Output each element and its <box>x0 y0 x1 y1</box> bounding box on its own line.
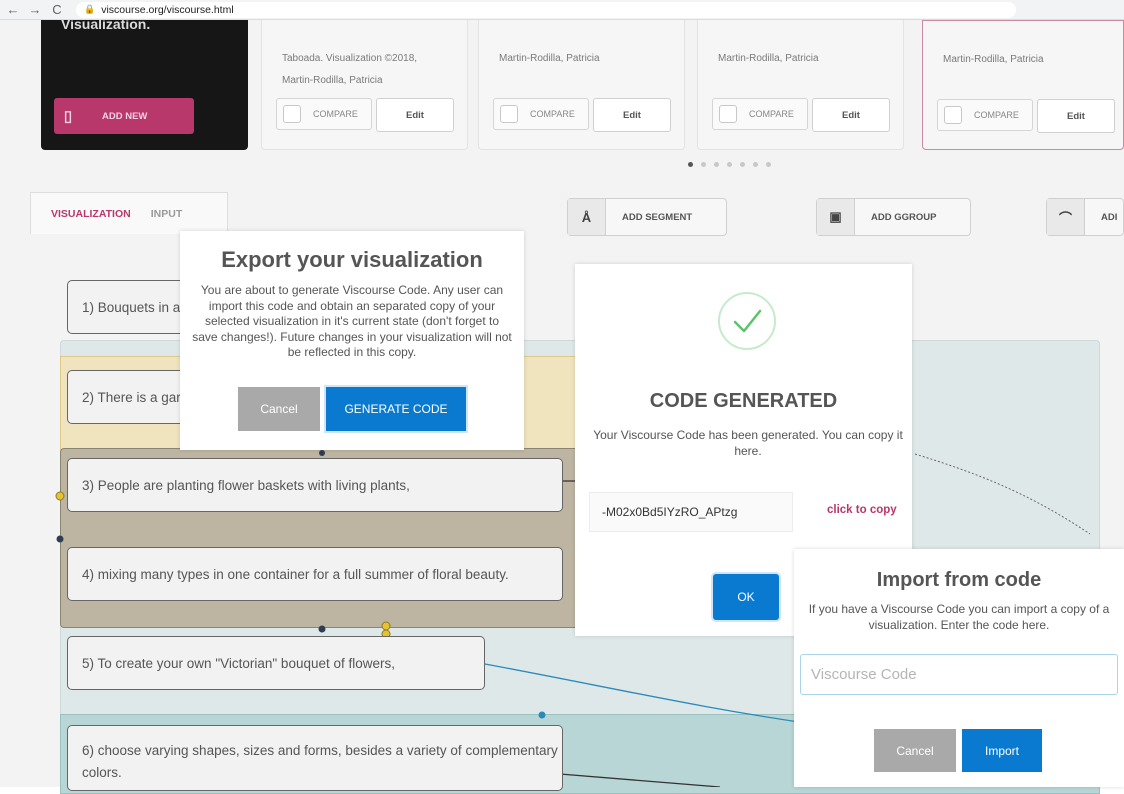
carousel-pagination <box>688 162 771 167</box>
visualization-card: Martin-Rodilla, Patricia COMPARE Edit <box>697 20 904 150</box>
code-generated-title: CODE GENERATED <box>649 390 838 412</box>
add-group-button[interactable]: ▣ ADD GGROUP <box>816 198 971 236</box>
lock-icon: 🔒 <box>84 4 96 14</box>
checkbox-icon <box>283 105 301 123</box>
add-segment-button[interactable]: Å ADD SEGMENT <box>567 198 727 236</box>
url-text: viscourse.org/viscourse.html <box>101 3 234 16</box>
export-cancel-button[interactable]: Cancel <box>238 387 320 431</box>
generate-code-button[interactable]: GENERATE CODE <box>326 387 466 431</box>
checkbox-icon <box>500 105 518 123</box>
segment-4[interactable]: 4) mixing many types in one container fo… <box>67 547 563 601</box>
export-modal-text: You are about to generate Viscourse Code… <box>192 283 512 359</box>
add-new-label: ADD NEW <box>102 110 148 122</box>
export-modal-title: Export your visualization <box>221 247 483 272</box>
card-meta-line: Martin-Rodilla, Patricia <box>943 54 1044 65</box>
compare-label: COMPARE <box>974 110 1019 120</box>
file-icon: ▯ <box>63 108 73 125</box>
add-relation-label: ADI <box>1101 211 1118 223</box>
card-meta: Martin-Rodilla, Patricia <box>943 49 1044 71</box>
add-segment-label: ADD SEGMENT <box>622 211 693 223</box>
text-cursor-icon: Å <box>568 199 606 235</box>
card-meta-line: Martin-Rodilla, Patricia <box>282 75 383 86</box>
compare-label: COMPARE <box>313 109 358 119</box>
checkbox-icon <box>719 105 737 123</box>
card-meta-line: Martin-Rodilla, Patricia <box>718 53 819 64</box>
carousel-dot[interactable] <box>766 162 771 167</box>
card-meta-line: Taboada. Visualization ©2018, <box>282 53 418 64</box>
export-modal: Export your visualization You are about … <box>180 231 524 450</box>
arc-icon: ⌒ <box>1047 199 1085 235</box>
forward-icon[interactable]: → <box>26 2 44 17</box>
card-meta-line: Martin-Rodilla, Patricia <box>499 53 600 64</box>
generated-code-field[interactable]: -M02x0Bd5IYzRO_APtzg <box>589 492 793 532</box>
compare-label: COMPARE <box>530 109 575 119</box>
compare-checkbox[interactable]: COMPARE <box>276 98 372 130</box>
carousel-dot-active[interactable] <box>688 162 693 167</box>
browser-toolbar: ← → C 🔒 viscourse.org/viscourse.html <box>0 0 1124 20</box>
edit-button[interactable]: Edit <box>812 98 890 132</box>
address-bar[interactable]: 🔒 viscourse.org/viscourse.html <box>76 1 1016 18</box>
reload-icon[interactable]: C <box>48 2 66 17</box>
compare-checkbox[interactable]: COMPARE <box>493 98 589 130</box>
import-cancel-button[interactable]: Cancel <box>874 729 956 772</box>
add-new-button[interactable]: ▯ ADD NEW <box>54 98 194 134</box>
carousel-dot[interactable] <box>701 162 706 167</box>
compare-checkbox[interactable]: COMPARE <box>712 98 808 130</box>
compare-checkbox[interactable]: COMPARE <box>937 99 1033 131</box>
add-group-label: ADD GGROUP <box>871 211 937 223</box>
code-generated-text: Your Viscourse Code has been generated. … <box>593 428 903 458</box>
view-tabs: VISUALIZATION INPUT <box>30 192 228 234</box>
card-meta: Martin-Rodilla, Patricia <box>499 48 600 70</box>
viscourse-code-input[interactable] <box>800 654 1118 695</box>
copy-code-link[interactable]: click to copy <box>827 504 897 516</box>
import-modal-text: If you have a Viscourse Code you can imp… <box>808 602 1110 632</box>
ok-button[interactable]: OK <box>713 574 779 620</box>
edit-button[interactable]: Edit <box>376 98 454 132</box>
carousel-dot[interactable] <box>753 162 758 167</box>
carousel-dot[interactable] <box>727 162 732 167</box>
add-relation-button[interactable]: ⌒ ADI <box>1046 198 1124 236</box>
import-modal: Import from code If you have a Viscourse… <box>794 549 1124 787</box>
card-meta: Taboada. Visualization ©2018, Martin-Rod… <box>282 48 417 92</box>
checkbox-icon <box>944 106 962 124</box>
card-meta: Martin-Rodilla, Patricia <box>718 48 819 70</box>
edit-button[interactable]: Edit <box>1037 99 1115 133</box>
back-icon[interactable]: ← <box>4 2 22 17</box>
success-check-icon <box>718 292 776 350</box>
tab-input[interactable]: INPUT <box>151 208 183 220</box>
visualization-card: Martin-Rodilla, Patricia COMPARE Edit <box>478 20 685 150</box>
compare-label: COMPARE <box>749 109 794 119</box>
segment-3[interactable]: 3) People are planting flower baskets wi… <box>67 458 563 512</box>
group-icon: ▣ <box>817 199 855 235</box>
visualization-card-selected: Martin-Rodilla, Patricia COMPARE Edit <box>922 20 1124 150</box>
new-visualization-card: Visualization. ▯ ADD NEW <box>41 16 248 150</box>
carousel-dot[interactable] <box>740 162 745 167</box>
import-modal-title: Import from code <box>876 569 1042 591</box>
edit-button[interactable]: Edit <box>593 98 671 132</box>
segment-5[interactable]: 5) To create your own "Victorian" bouque… <box>67 636 485 690</box>
tab-visualization[interactable]: VISUALIZATION <box>51 208 131 220</box>
visualization-card: Taboada. Visualization ©2018, Martin-Rod… <box>261 20 468 150</box>
card-title: Visualization. <box>61 16 151 32</box>
import-button[interactable]: Import <box>962 729 1042 772</box>
carousel-dot[interactable] <box>714 162 719 167</box>
segment-6[interactable]: 6) choose varying shapes, sizes and form… <box>67 725 563 791</box>
